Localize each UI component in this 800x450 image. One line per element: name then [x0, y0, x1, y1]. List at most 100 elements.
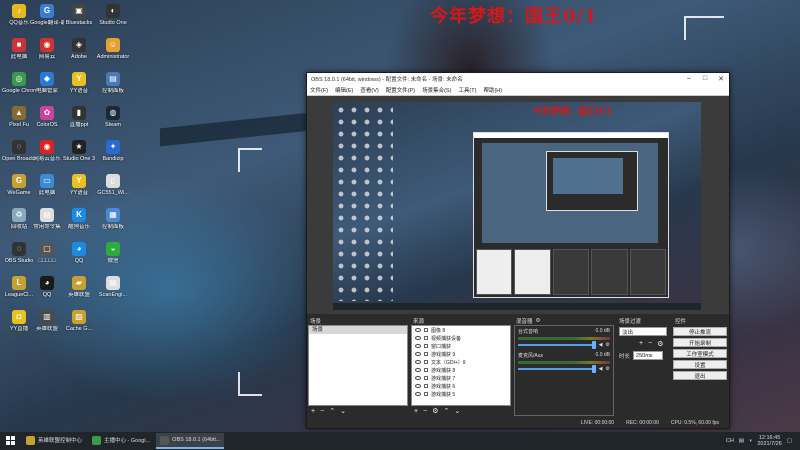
desktop-icon[interactable]: ☺ Administrator	[96, 38, 130, 60]
desktop-icon[interactable]: ◉ 网易云	[30, 38, 64, 60]
obs-window[interactable]: OBS 18.0.1 (64bit, windows) - 配置文件: 未命名 …	[306, 72, 730, 429]
source-item[interactable]: 文本（GDI+）9	[412, 358, 510, 366]
control-button[interactable]: 设置	[673, 360, 727, 369]
desktop-icon[interactable]: ▤ 控制面板	[96, 72, 130, 94]
taskbar-app[interactable]: 主播中心 - Googl...	[88, 433, 154, 449]
desktop-icon[interactable]: ◕ QQ	[30, 276, 64, 298]
maximize-icon[interactable]: □	[697, 75, 713, 83]
lock-icon[interactable]	[424, 328, 428, 332]
transition-settings-icon[interactable]: ⚙	[657, 340, 663, 348]
menu-item[interactable]: 帮助(H)	[483, 86, 502, 94]
desktop-icon[interactable]: ▮ 直播ppt	[62, 106, 96, 128]
visibility-eye-icon[interactable]	[415, 376, 421, 380]
remove-scene-icon[interactable]: −	[320, 408, 324, 415]
clock[interactable]: 12:16:45 2021/7/26	[757, 435, 781, 447]
menu-item[interactable]: 配置文件(P)	[386, 86, 415, 94]
input-method-indicator[interactable]: CH	[726, 438, 734, 444]
visibility-eye-icon[interactable]	[415, 328, 421, 332]
desktop-icon[interactable]: ▢ □□□□□	[30, 242, 64, 264]
desktop-icon[interactable]: ◍ Steam	[96, 106, 130, 128]
visibility-eye-icon[interactable]	[415, 392, 421, 396]
visibility-eye-icon[interactable]	[415, 368, 421, 372]
lock-icon[interactable]	[424, 368, 428, 372]
visibility-eye-icon[interactable]	[415, 344, 421, 348]
add-transition-icon[interactable]: +	[639, 340, 643, 348]
move-up-icon[interactable]: ⌃	[443, 407, 449, 415]
desktop-icon[interactable]: ▣ Bluestacks	[62, 4, 96, 26]
preview-canvas[interactable]: 今年梦想：国王0/1	[333, 102, 701, 310]
visibility-eye-icon[interactable]	[415, 352, 421, 356]
volume-icon[interactable]: ◖	[749, 438, 752, 444]
desktop-icon[interactable]: ◈ Adobe	[62, 38, 96, 60]
desktop-icon[interactable]: K 酷狗音乐	[62, 208, 96, 230]
scenes-list[interactable]: 场景	[308, 325, 408, 406]
source-item[interactable]: 视频捕获设备	[412, 334, 510, 342]
volume-slider[interactable]	[518, 365, 596, 373]
source-settings-icon[interactable]: ⚙	[432, 407, 438, 415]
desktop-icon[interactable]: ★ Studio One 3	[62, 140, 96, 162]
sources-list[interactable]: 图像 8 视频捕获设备 窗口捕获 游戏捕获 9 文本（GDI+）9 游戏捕获 8 游戏捕获 …	[411, 325, 511, 406]
channel-settings-icon[interactable]: ⚙	[606, 366, 610, 372]
desktop-icon[interactable]: ▤ 常用命令集	[30, 208, 64, 230]
start-button[interactable]	[0, 433, 20, 449]
desktop-icon[interactable]: ▤ ScanEngi...	[96, 276, 130, 298]
slider-knob[interactable]	[591, 365, 596, 373]
volume-slider[interactable]	[518, 341, 596, 349]
desktop-icon[interactable]: ▭ 此电脑	[30, 174, 64, 196]
desktop-icon[interactable]: ◒ 微信	[96, 242, 130, 264]
slider-knob[interactable]	[591, 341, 596, 349]
move-up-icon[interactable]: ⌃	[329, 407, 335, 415]
source-item[interactable]: 游戏捕获 7	[412, 374, 510, 382]
desktop-icon[interactable]: ▦ 控制面板	[96, 208, 130, 230]
move-down-icon[interactable]: ⌄	[340, 407, 346, 415]
desktop-icon[interactable]: Y YY语音	[62, 72, 96, 94]
desktop-icon[interactable]: ▰ 英雄联盟	[62, 276, 96, 298]
mixer-settings-icon[interactable]: ⚙	[536, 318, 541, 324]
channel-settings-icon[interactable]: ⚙	[606, 342, 610, 348]
lock-icon[interactable]	[424, 376, 428, 380]
control-button[interactable]: 开始录制	[673, 338, 727, 347]
close-icon[interactable]: ✕	[713, 75, 729, 83]
transition-select[interactable]: 淡出	[619, 327, 667, 336]
taskbar-app[interactable]: 英雄联盟控制中心	[22, 433, 86, 449]
move-down-icon[interactable]: ⌄	[454, 407, 460, 415]
desktop-icon[interactable]: ◕ QQ	[62, 242, 96, 264]
menu-item[interactable]: 文件(F)	[310, 86, 328, 94]
desktop-icon[interactable]: ▨ Cache G...	[62, 310, 96, 332]
notification-icon[interactable]: ▢	[787, 438, 792, 444]
visibility-eye-icon[interactable]	[415, 384, 421, 388]
source-item[interactable]: 窗口捕获	[412, 342, 510, 350]
scene-item[interactable]: 场景	[309, 326, 407, 334]
obs-titlebar[interactable]: OBS 18.0.1 (64bit, windows) - 配置文件: 未命名 …	[307, 73, 729, 85]
lock-icon[interactable]	[424, 336, 428, 340]
remove-source-icon[interactable]: −	[423, 408, 427, 415]
menu-item[interactable]: 工具(T)	[458, 86, 476, 94]
minimize-icon[interactable]: –	[681, 75, 697, 83]
desktop-icon[interactable]: ◐ Studio One	[96, 4, 130, 26]
lock-icon[interactable]	[424, 360, 428, 364]
lock-icon[interactable]	[424, 392, 428, 396]
source-item[interactable]: 图像 8	[412, 326, 510, 334]
taskbar-app[interactable]: OBS 18.0.1 (64bit...	[156, 433, 225, 449]
add-source-icon[interactable]: +	[414, 408, 418, 415]
obs-preview-area[interactable]: 今年梦想：国王0/1	[307, 96, 729, 314]
speaker-icon[interactable]: ◀	[599, 366, 603, 372]
control-button[interactable]: 工作室模式	[673, 349, 727, 358]
desktop-icon[interactable]: G Google翻译-最佳手机	[30, 4, 64, 26]
desktop-icon[interactable]: ▥ 英雄联盟	[30, 310, 64, 332]
source-item[interactable]: 游戏捕获 8	[412, 366, 510, 374]
source-item[interactable]: 游戏捕获 5	[412, 390, 510, 398]
network-icon[interactable]: ▤	[739, 438, 744, 444]
add-scene-icon[interactable]: +	[311, 408, 315, 415]
desktop-icon[interactable]: ▯ GC551_Wi...	[96, 174, 130, 196]
source-item[interactable]: 游戏捕获 9	[412, 350, 510, 358]
visibility-eye-icon[interactable]	[415, 336, 421, 340]
lock-icon[interactable]	[424, 352, 428, 356]
desktop-icon[interactable]: ✦ Bandizip	[96, 140, 130, 162]
control-button[interactable]: 退出	[673, 371, 727, 380]
desktop-icon[interactable]: ◉ 网易云音乐	[30, 140, 64, 162]
menu-item[interactable]: 查看(V)	[360, 86, 378, 94]
menu-item[interactable]: 场景集合(S)	[422, 86, 451, 94]
remove-transition-icon[interactable]: −	[648, 340, 652, 348]
desktop-icon[interactable]: Y YY语音	[62, 174, 96, 196]
